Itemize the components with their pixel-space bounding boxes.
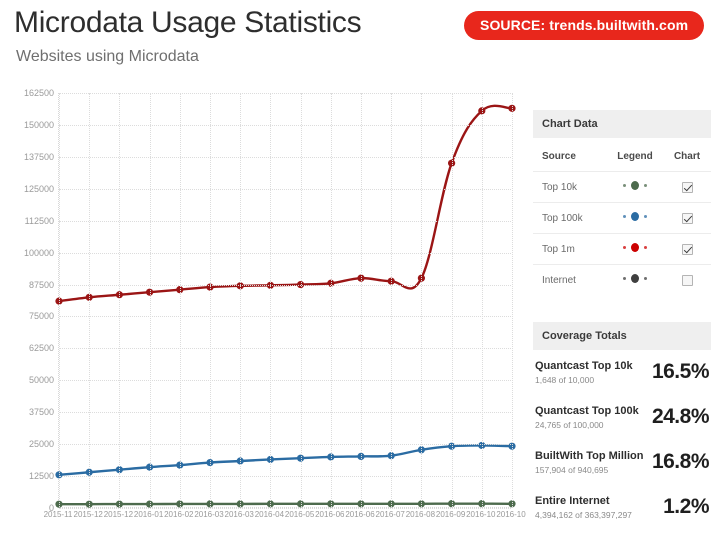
y-axis-tick-label: 100000: [23, 247, 54, 258]
y-axis-tick-label: 137500: [23, 151, 54, 162]
series-line-top-100k: [57, 444, 514, 476]
coverage-totals-body: Quantcast Top 10k 1,648 of 10,000 16.5% Qua…: [533, 350, 711, 530]
gridline-horizontal: [59, 316, 511, 318]
chart-area: 0 12500 25000 37500 50000 62500 75000 87500 1000…: [0, 84, 526, 540]
gridline-vertical: [512, 93, 513, 507]
series-line-top-10k: [57, 502, 514, 506]
y-axis: 0 12500 25000 37500 50000 62500 75000 87500 1000…: [0, 88, 54, 513]
column-header-source: Source: [533, 141, 607, 172]
gridline-vertical: [391, 93, 393, 507]
y-axis-tick-label: 112500: [24, 215, 54, 226]
table-row: Top 1m: [533, 233, 711, 265]
chart-checkbox[interactable]: [681, 243, 693, 255]
gridline-vertical: [89, 93, 91, 507]
gridline-horizontal: [59, 220, 511, 222]
source-label: Top 10k: [533, 171, 607, 203]
gridline-vertical: [179, 93, 181, 507]
y-axis-tick-label: 12500: [28, 471, 54, 482]
gridline-vertical: [330, 93, 332, 507]
gridline-horizontal: [59, 284, 511, 286]
gridline-vertical: [361, 93, 362, 507]
chart-data-panel: Chart Data Source Legend Chart Top 10k To…: [533, 110, 711, 295]
source-label: Top 1m: [533, 233, 607, 265]
coverage-percent: 16.8%: [651, 450, 710, 473]
gridline-horizontal: [59, 508, 511, 509]
chart-data-table: Source Legend Chart Top 10k Top 100k Top 1…: [533, 141, 711, 295]
gridline-horizontal: [59, 348, 511, 350]
gridline-horizontal: [59, 124, 511, 126]
chart-checkbox[interactable]: [681, 181, 693, 193]
y-axis-tick-label: 162500: [23, 88, 54, 98]
coverage-percent: 16.5%: [651, 360, 710, 383]
y-axis-tick-label: 125000: [23, 183, 54, 194]
gridline-vertical: [59, 93, 60, 507]
page-title: Microdata Usage Statistics: [14, 6, 362, 39]
source-label: Top 100k: [533, 202, 607, 234]
coverage-percent: 1.2%: [663, 495, 709, 518]
chart-toggle-cell[interactable]: [663, 265, 711, 296]
coverage-row: Quantcast Top 100k 24,765 of 100,000 24.8%: [533, 395, 711, 440]
chart-data-body: Top 10k Top 100k Top 1m Internet: [533, 171, 711, 296]
coverage-totals-panel: Coverage Totals Quantcast Top 10k 1,648 o…: [533, 322, 711, 530]
legend-dot-icon: [622, 274, 648, 284]
gridline-vertical: [119, 93, 121, 507]
table-header-row: Source Legend Chart: [533, 141, 711, 172]
gridline-horizontal: [59, 93, 511, 94]
legend-dot-icon: [622, 212, 648, 222]
column-header-legend: Legend: [607, 141, 663, 172]
gridline-horizontal: [59, 188, 511, 190]
source-label: Internet: [542, 275, 576, 286]
y-axis-tick-label: 37500: [28, 407, 54, 418]
gridline-horizontal: [59, 252, 511, 254]
gridline-vertical: [300, 93, 302, 507]
y-axis-tick-label: 25000: [28, 439, 54, 450]
chart-toggle-cell[interactable]: [663, 202, 711, 234]
gridline-vertical: [149, 93, 151, 507]
coverage-row: Entire Internet 4,394,162 of 363,397,297 1…: [533, 485, 711, 530]
chart-checkbox[interactable]: [681, 274, 693, 286]
table-row: Top 100k: [533, 202, 711, 234]
gridline-vertical: [210, 93, 211, 507]
coverage-row: Quantcast Top 10k 1,648 of 10,000 16.5%: [533, 350, 711, 395]
x-axis: 2015-11 2015-12 2015-12 2016-01 2016-02 2016-…: [44, 510, 526, 540]
chart-checkbox[interactable]: [681, 212, 693, 224]
series-line-top-1m: [57, 104, 514, 303]
gridline-vertical: [270, 93, 272, 507]
legend-swatch-cell: [607, 171, 663, 203]
gridline-vertical: [421, 93, 423, 507]
table-row: Internet: [533, 265, 711, 296]
coverage-percent: 24.8%: [651, 405, 710, 428]
chart-page: Microdata Usage Statistics Websites usin…: [0, 0, 720, 540]
legend-swatch-cell: [607, 233, 663, 265]
gridline-horizontal: [59, 412, 511, 414]
x-axis-tick-label: 2016-10: [496, 510, 526, 519]
legend-swatch-cell: [607, 265, 663, 296]
chart-toggle-cell[interactable]: [663, 171, 711, 203]
coverage-totals-title: Coverage Totals: [533, 322, 711, 350]
page-subtitle: Websites using Microdata: [16, 48, 199, 65]
y-axis-tick-label: 150000: [23, 119, 54, 130]
gridline-vertical: [240, 93, 242, 507]
gridline-vertical: [451, 93, 453, 507]
chart-data-panel-title: Chart Data: [533, 110, 711, 138]
gridline-horizontal: [59, 444, 511, 446]
table-row: Top 10k: [533, 171, 711, 203]
y-axis-tick-label: 75000: [28, 311, 54, 322]
gridline-horizontal: [59, 380, 511, 382]
legend-dot-icon: [622, 181, 648, 191]
legend-dot-icon: [622, 243, 648, 253]
gridline-horizontal: [59, 156, 511, 158]
coverage-row: BuiltWith Top Million 157,904 of 940,695 1…: [533, 440, 711, 485]
gridline-vertical: [481, 93, 483, 507]
chart-toggle-cell[interactable]: [663, 233, 711, 265]
plot-area: [55, 93, 516, 509]
series-svg: [55, 104, 516, 508]
gridline-horizontal: [59, 476, 511, 478]
y-axis-tick-label: 62500: [28, 343, 54, 354]
y-axis-tick-label: 87500: [28, 279, 54, 290]
column-header-chart: Chart: [663, 141, 711, 172]
source-badge: SOURCE: trends.builtwith.com: [464, 11, 705, 40]
y-axis-tick-label: 50000: [28, 375, 54, 386]
legend-swatch-cell: [607, 202, 663, 234]
